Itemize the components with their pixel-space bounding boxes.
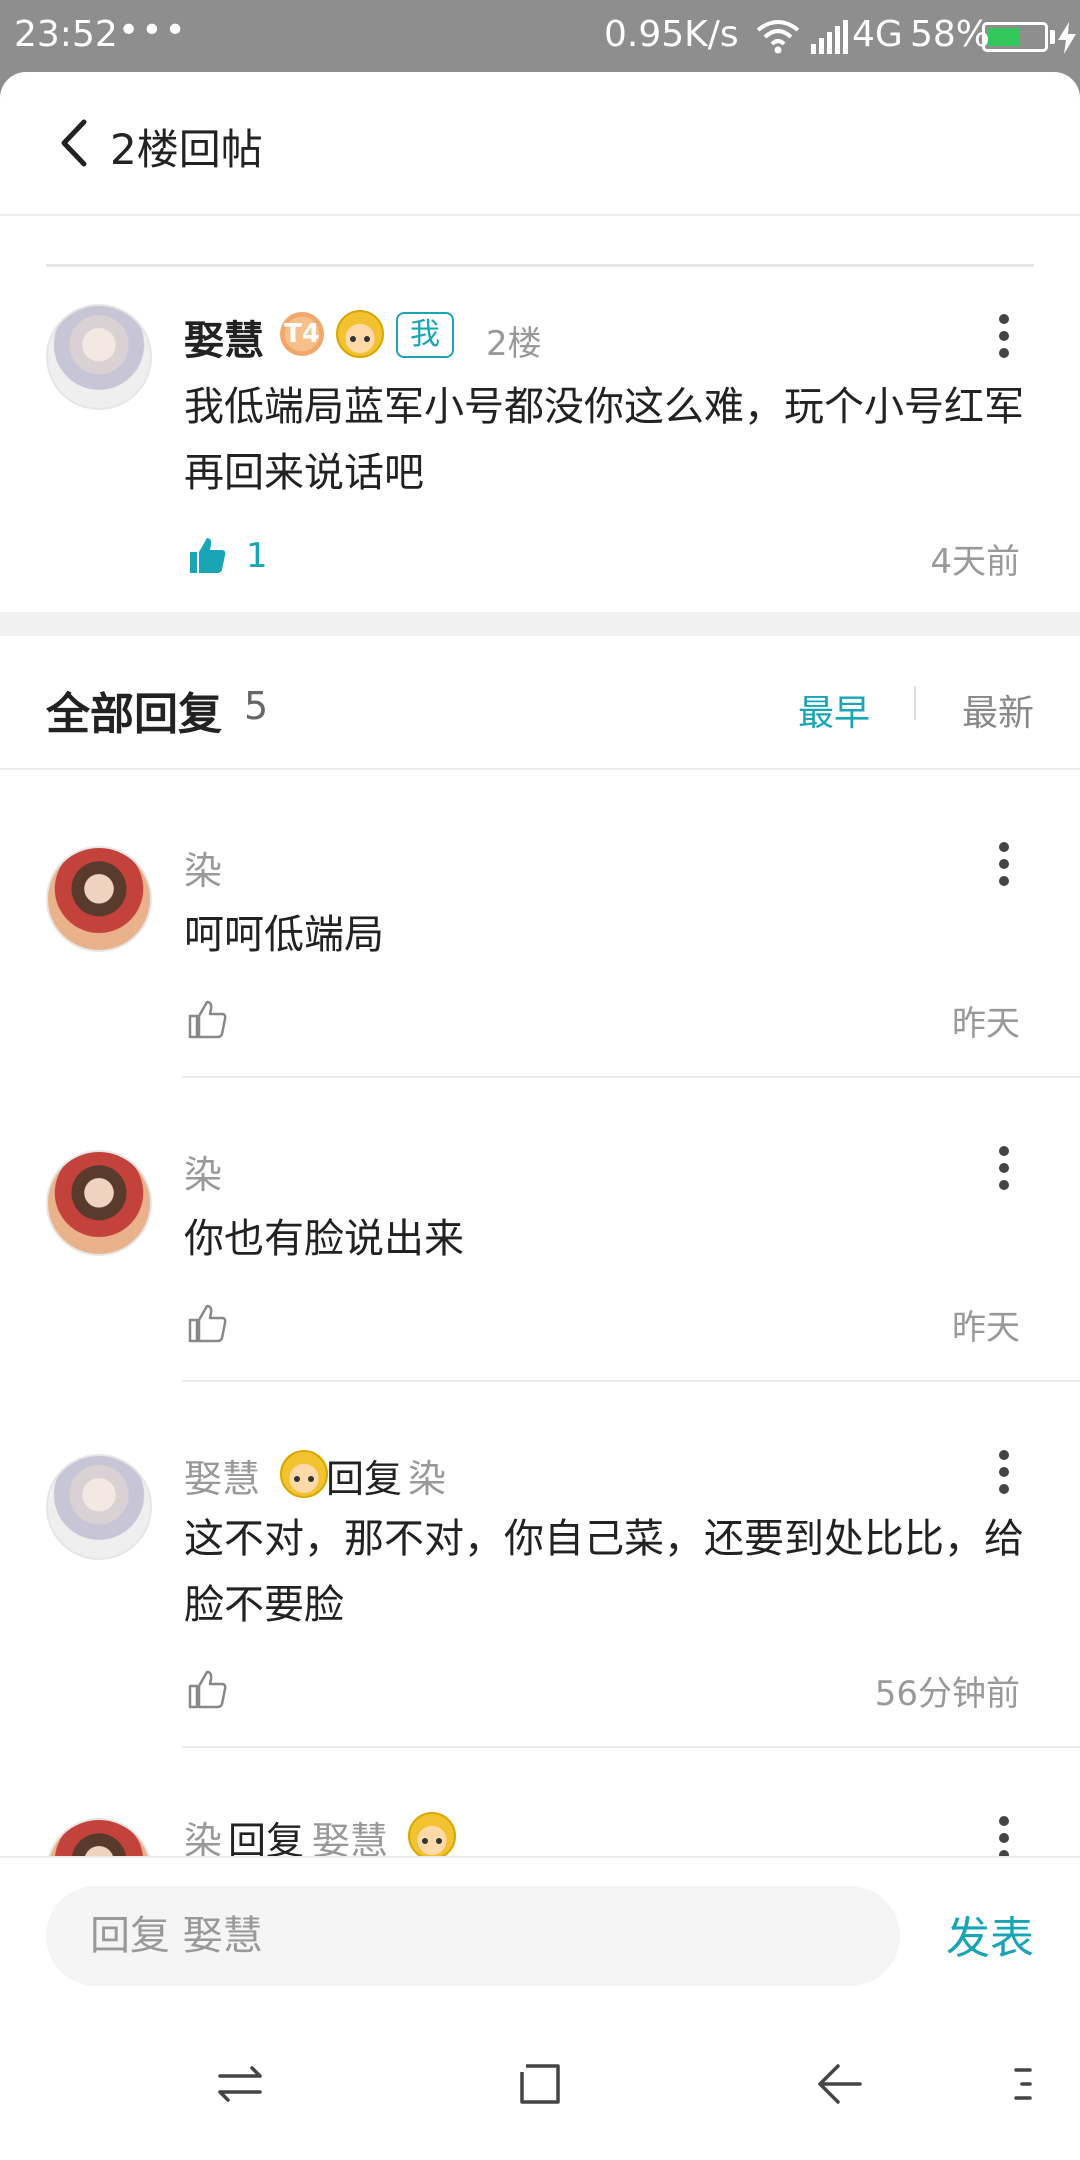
post-content: 我低端局蓝军小号都没你这么难，玩个小号红军再回来说话吧 [184,384,1024,496]
sort-newest-tab[interactable]: 最新 [962,684,1034,736]
avatar[interactable] [46,304,152,410]
reply-content: 呵呵低端局 [184,912,384,958]
more-options-icon[interactable] [998,314,1010,358]
like-icon[interactable] [186,998,228,1040]
replies-label: 全部回复 [46,689,222,740]
back-nav-icon[interactable] [816,2062,862,2106]
replies-header: 全部回复 5 最早 最新 [0,636,1080,770]
battery-tip [1050,30,1055,44]
reply-author[interactable]: 娶慧 [184,1448,260,1503]
reply-bar: 发表 [0,1856,1080,2010]
battery-icon [982,22,1048,52]
reply-target[interactable]: 染 [408,1448,446,1503]
post-author[interactable]: 娶慧 [184,308,264,366]
page-title: 2楼回帖 [110,125,263,174]
battery-fill [988,28,1020,46]
reply-content: 这不对，那不对，你自己菜，还要到处比比，给脸不要脸 [184,1516,1024,1628]
reply-author[interactable]: 染 [184,1144,222,1199]
home-icon[interactable] [518,2062,562,2106]
header: 2楼回帖 [0,72,1080,216]
section-gap [0,612,1080,636]
network-type: 4G [852,14,903,55]
back-icon[interactable] [54,116,94,170]
replies-count: 5 [244,684,269,728]
charging-icon [1058,22,1076,54]
like-icon[interactable] [186,1668,228,1710]
more-options-icon[interactable] [998,1146,1010,1190]
reply-content: 你也有脸说出来 [184,1216,464,1262]
post-detail-sheet: 2楼回帖 娶慧 T4 我 2楼 我低端局蓝军小号都没你这么难，玩个小号红军再回来… [0,72,1080,2160]
menu-icon[interactable] [1010,2066,1034,2102]
divider [182,1076,1080,1078]
battery-percent: 58% [910,14,991,55]
divider [182,1746,1080,1748]
sort-earliest-tab[interactable]: 最早 [798,684,870,736]
more-options-icon[interactable] [998,1816,1010,1860]
reply-author[interactable]: 染 [184,840,222,895]
reply-time: 56分钟前 [874,1674,1020,1714]
divider [46,264,1034,267]
avatar[interactable] [46,1150,152,1256]
signal-icon [811,20,848,54]
avatar[interactable] [46,846,152,952]
level-badge: T4 [280,312,324,356]
clock: 23:52 [14,14,118,55]
me-tag: 我 [396,312,454,358]
reply-word: 回复 [326,1457,403,1501]
more-options-icon[interactable] [998,1450,1010,1494]
reply-time: 昨天 [952,1308,1020,1348]
reply-input[interactable] [46,1886,900,1986]
more-options-icon[interactable] [998,842,1010,886]
like-count: 1 [246,536,268,576]
emoji-badge-icon [408,1812,456,1860]
network-speed: 0.95K/s [604,14,739,55]
divider [182,1380,1080,1382]
reply-time: 昨天 [952,1004,1020,1044]
floor-number: 2楼 [486,324,542,364]
avatar[interactable] [46,1454,152,1560]
like-icon[interactable] [186,1302,228,1344]
sort-separator [914,686,916,720]
status-bar: 23:52 ••• 0.95K/s 4G 58% [0,0,1080,72]
post-time: 4天前 [930,542,1020,582]
more-notifications-icon: ••• [118,10,188,51]
system-nav-bar [0,2010,1080,2160]
emoji-badge-icon [336,310,384,358]
send-button[interactable]: 发表 [946,1902,1034,1966]
wifi-icon [756,20,800,54]
emoji-badge-icon [280,1450,328,1498]
switch-apps-icon[interactable] [218,2064,262,2104]
like-icon[interactable] [186,534,228,576]
